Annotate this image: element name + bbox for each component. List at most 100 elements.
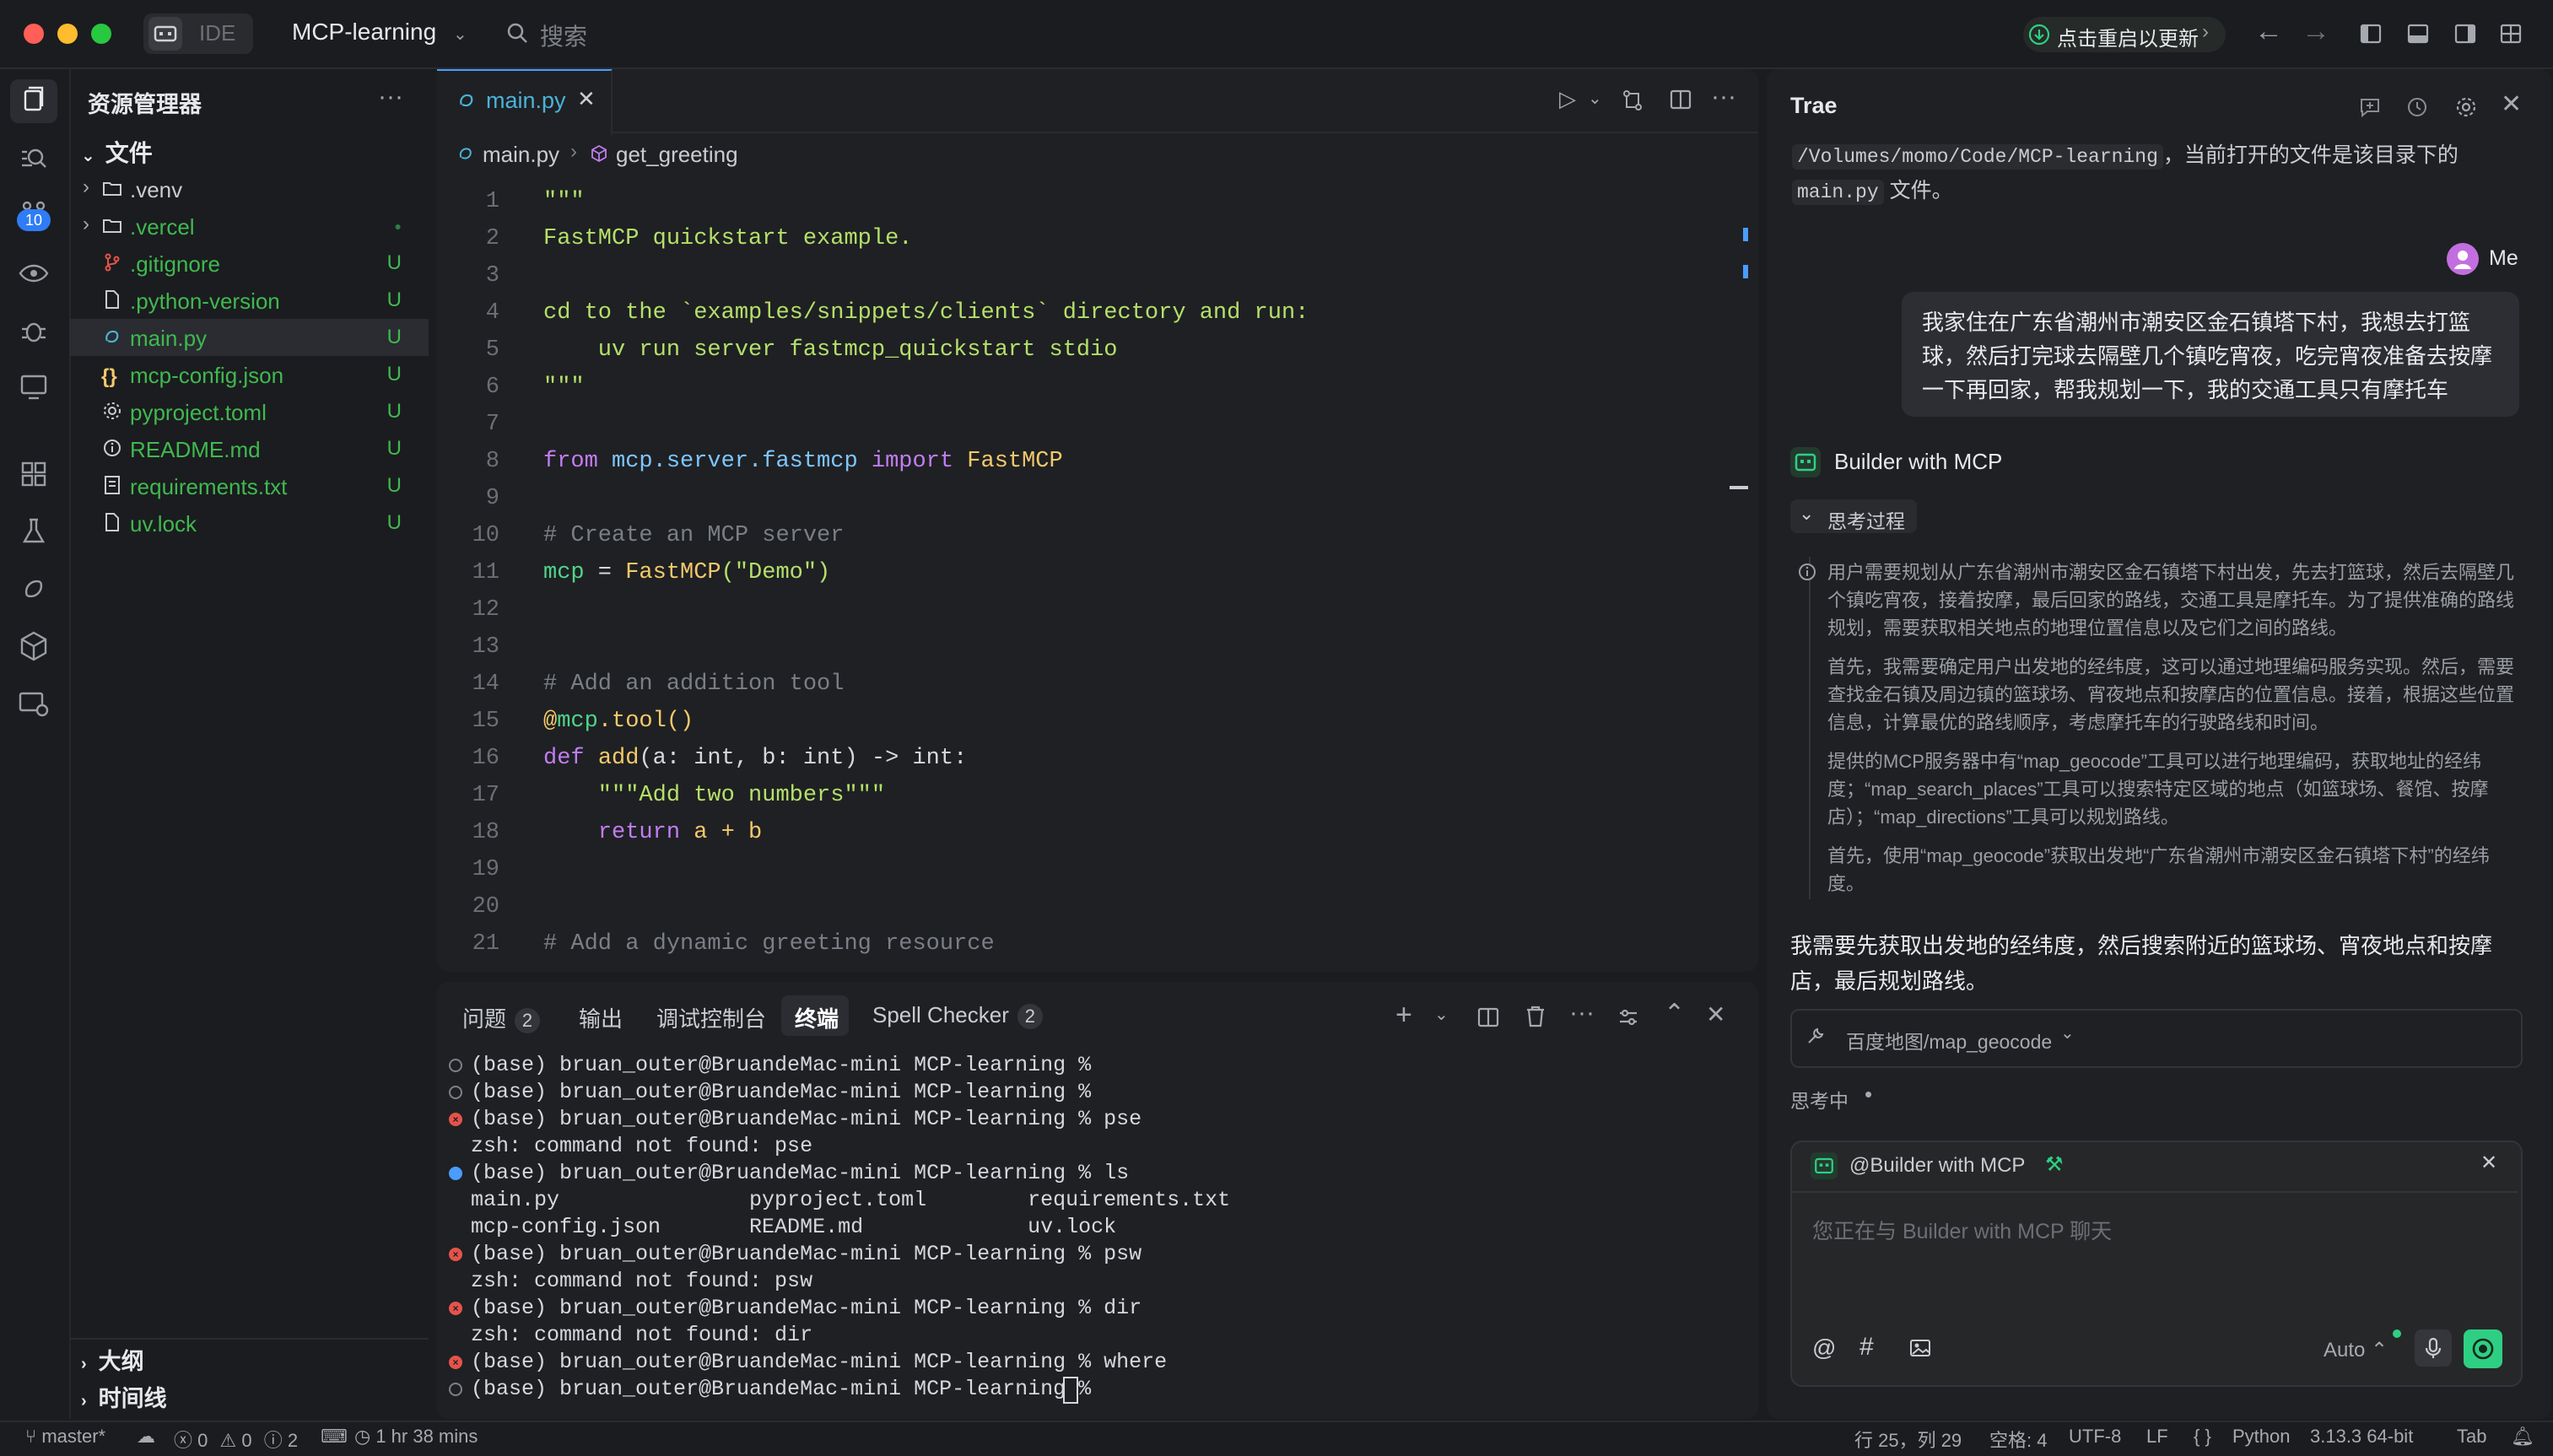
- breadcrumb-symbol[interactable]: get_greeting: [616, 142, 738, 168]
- history-icon[interactable]: [2405, 94, 2430, 120]
- tree-item[interactable]: › .vercel ●: [69, 208, 429, 245]
- chat-input[interactable]: 您正在与 Builder with MCP 聊天: [1812, 1215, 2112, 1245]
- close-panel-icon[interactable]: ✕: [1706, 1000, 1725, 1028]
- command-decoration-icon[interactable]: [449, 1059, 462, 1072]
- ide-mode-label[interactable]: IDE: [199, 20, 235, 46]
- panel-tab[interactable]: 输出: [579, 1002, 623, 1033]
- solo-mode-icon[interactable]: [148, 17, 182, 51]
- tree-item[interactable]: uv.lock U: [69, 504, 429, 542]
- remote-settings-icon[interactable]: [15, 685, 52, 722]
- run-icon[interactable]: ▷: [1559, 86, 1576, 112]
- voice-input-button[interactable]: [2415, 1329, 2452, 1367]
- code-line-5[interactable]: uv run server fastmcp_quickstart stdio: [543, 337, 1118, 363]
- minimize-window-button[interactable]: [57, 24, 78, 44]
- eye-icon[interactable]: [15, 255, 52, 292]
- command-error-icon[interactable]: ×: [449, 1113, 462, 1126]
- close-chat-icon[interactable]: ✕: [2501, 89, 2522, 119]
- python-interpreter[interactable]: 3.13.3 64-bit: [2310, 1426, 2413, 1448]
- remote-explorer-icon[interactable]: [15, 368, 52, 405]
- global-search-input[interactable]: 搜索: [540, 19, 587, 52]
- new-chat-icon[interactable]: [2357, 94, 2383, 120]
- back-arrow-icon[interactable]: ←: [2254, 15, 2283, 48]
- indentation[interactable]: 空格: 4: [1989, 1426, 2047, 1453]
- command-error-icon[interactable]: ×: [449, 1302, 462, 1315]
- mention-icon[interactable]: @: [1812, 1335, 1836, 1362]
- tree-item[interactable]: README.md U: [69, 430, 429, 467]
- compare-changes-icon[interactable]: [1620, 88, 1645, 113]
- trash-icon[interactable]: [1524, 1004, 1547, 1029]
- panel-more-icon[interactable]: ···: [1569, 999, 1595, 1027]
- problems-indicator[interactable]: ⓧ 0 ⚠ 0 ⓘ 2: [174, 1426, 298, 1453]
- python-env-icon[interactable]: [15, 570, 52, 607]
- panel-tab[interactable]: 调试控制台: [656, 1002, 766, 1033]
- maximize-window-button[interactable]: [91, 24, 111, 44]
- code-line-2[interactable]: FastMCP quickstart example.: [543, 226, 912, 251]
- command-error-icon[interactable]: ×: [449, 1248, 462, 1261]
- code-line-18[interactable]: return a + b: [543, 820, 762, 845]
- terminal-settings-icon[interactable]: [1617, 1006, 1640, 1029]
- tab-mode[interactable]: Tab: [2457, 1426, 2486, 1448]
- breadcrumb-file[interactable]: main.py: [483, 142, 559, 168]
- project-selector[interactable]: MCP-learning ⌄: [292, 19, 467, 46]
- close-tab-icon[interactable]: ✕: [577, 86, 596, 112]
- tree-item[interactable]: › .venv: [69, 170, 429, 208]
- tree-item[interactable]: requirements.txt U: [69, 467, 429, 504]
- code-line-17[interactable]: """Add two numbers""": [543, 783, 885, 808]
- image-upload-icon[interactable]: [1908, 1336, 1932, 1360]
- extensions-icon[interactable]: [15, 456, 52, 493]
- sync-cloud-icon[interactable]: ☁: [137, 1426, 155, 1448]
- toggle-panel-icon[interactable]: [2406, 22, 2430, 46]
- tree-item[interactable]: {} mcp-config.json U: [69, 356, 429, 393]
- code-line-16[interactable]: def add(a: int, b: int) -> int:: [543, 746, 967, 771]
- code-line-1[interactable]: """: [543, 189, 585, 214]
- braces-icon[interactable]: { }: [2194, 1426, 2211, 1448]
- chevron-down-icon[interactable]: ⌄: [1588, 88, 1602, 109]
- time-tracker[interactable]: ◷ 1 hr 38 mins: [354, 1426, 478, 1448]
- model-selector[interactable]: Auto ⌃: [2324, 1338, 2388, 1362]
- code-line-4[interactable]: cd to the `examples/snippets/clients` di…: [543, 300, 1309, 326]
- send-button[interactable]: [2464, 1329, 2502, 1368]
- tree-item[interactable]: .python-version U: [69, 282, 429, 319]
- command-decoration-icon[interactable]: [449, 1383, 462, 1396]
- forward-arrow-icon[interactable]: →: [2302, 15, 2330, 48]
- timeline-section[interactable]: › 时间线: [81, 1380, 167, 1413]
- close-window-button[interactable]: [24, 24, 44, 44]
- code-line-21[interactable]: # Add a dynamic greeting resource: [543, 931, 995, 957]
- panel-tab[interactable]: 问题 2: [462, 1002, 541, 1033]
- editor-more-icon[interactable]: ···: [1711, 83, 1736, 111]
- hash-icon[interactable]: #: [1859, 1333, 1874, 1362]
- maximize-panel-icon[interactable]: ⌃: [1664, 999, 1685, 1028]
- search-activity-icon[interactable]: [15, 140, 52, 177]
- code-line-8[interactable]: from mcp.server.fastmcp import FastMCP: [543, 449, 1063, 474]
- code-line-6[interactable]: """: [543, 375, 585, 400]
- testing-flask-icon[interactable]: [15, 513, 52, 550]
- new-terminal-icon[interactable]: +: [1395, 999, 1412, 1032]
- remove-agent-icon[interactable]: ✕: [2480, 1151, 2497, 1175]
- command-error-icon[interactable]: ×: [449, 1356, 462, 1369]
- keyboard-icon[interactable]: ⌨: [321, 1426, 348, 1448]
- toggle-sidebar-icon[interactable]: [2359, 22, 2383, 46]
- code-line-15[interactable]: @mcp.tool(): [543, 709, 694, 734]
- notifications-bell-icon[interactable]: 🔔︎: [2511, 1426, 2534, 1448]
- tree-item[interactable]: main.py U: [69, 319, 429, 356]
- outline-section[interactable]: › 大纲: [81, 1343, 144, 1376]
- command-success-icon[interactable]: [449, 1167, 462, 1180]
- panel-tab[interactable]: 终端: [795, 1002, 839, 1033]
- code-line-11[interactable]: mcp = FastMCP("Demo"): [543, 560, 830, 585]
- command-decoration-icon[interactable]: [449, 1086, 462, 1099]
- debug-icon[interactable]: [15, 312, 52, 349]
- end-of-line[interactable]: LF: [2146, 1426, 2168, 1448]
- split-terminal-icon[interactable]: [1476, 1006, 1500, 1029]
- tree-item[interactable]: pyproject.toml U: [69, 393, 429, 430]
- more-actions-icon[interactable]: ···: [378, 83, 403, 111]
- agent-mention[interactable]: @Builder with MCP: [1849, 1154, 2025, 1178]
- package-cube-icon[interactable]: [15, 628, 52, 665]
- customize-layout-icon[interactable]: [2499, 22, 2523, 46]
- toggle-chat-panel-icon[interactable]: [2453, 22, 2477, 46]
- encoding[interactable]: UTF-8: [2069, 1426, 2121, 1448]
- chevron-down-icon[interactable]: ⌄: [1434, 1004, 1449, 1025]
- panel-tab[interactable]: Spell Checker 2: [872, 1002, 1043, 1029]
- cursor-position[interactable]: 行 25，列 29: [1854, 1426, 1962, 1453]
- language-mode[interactable]: Python: [2232, 1426, 2291, 1448]
- code-line-10[interactable]: # Create an MCP server: [543, 523, 844, 548]
